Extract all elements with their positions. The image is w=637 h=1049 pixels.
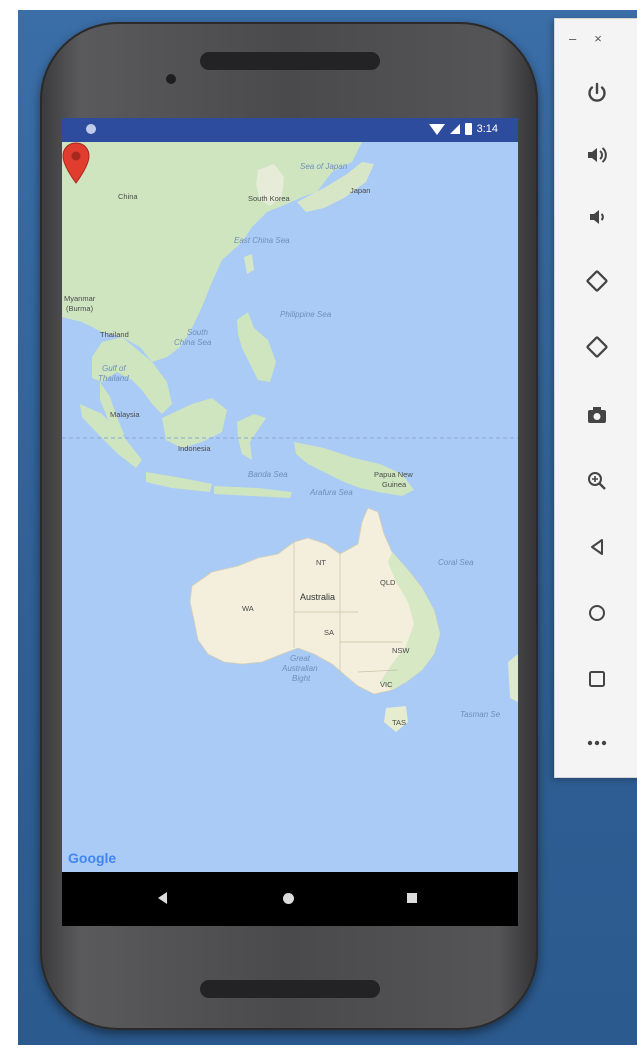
zoom-button[interactable] [579, 463, 615, 499]
map-tiles [62, 142, 518, 732]
home-button[interactable] [579, 595, 615, 631]
label-png-1: Papua New [374, 470, 413, 479]
home-icon [589, 605, 605, 621]
label-gulf-2: Thailand [98, 374, 129, 383]
label-philippine-sea: Philippine Sea [280, 310, 332, 319]
label-china: China [118, 192, 138, 201]
phone-screen: 3:14 Sea of Japan China South Korea Japa… [62, 118, 518, 926]
label-banda-sea: Banda Sea [248, 470, 288, 479]
label-japan: Japan [350, 186, 371, 195]
toolbar-window-controls: – × [569, 31, 602, 46]
more-icon [587, 740, 607, 746]
label-coral-sea: Coral Sea [438, 558, 474, 567]
label-nt: NT [316, 558, 326, 567]
rotate-left-button[interactable] [579, 263, 615, 299]
camera-icon [588, 407, 606, 423]
front-camera [166, 74, 176, 84]
label-tasman-sea: Tasman Se [460, 710, 501, 719]
rotate-left-icon [586, 270, 608, 292]
status-time: 3:14 [476, 123, 498, 135]
google-logo-text: Google [68, 850, 117, 866]
map-view[interactable]: Sea of Japan China South Korea Japan Eas… [62, 142, 518, 872]
overview-icon [589, 671, 605, 687]
label-bight-3: Bight [292, 674, 311, 683]
zoom-icon [588, 472, 606, 490]
label-bight-1: Great [290, 654, 311, 663]
rotate-right-button[interactable] [579, 329, 615, 365]
emulator-toolbar: – × [554, 18, 637, 778]
label-arafura-sea: Arafura Sea [310, 488, 353, 497]
back-button[interactable] [579, 529, 615, 565]
label-gulf-1: Gulf of [102, 364, 126, 373]
volume-up-button[interactable] [579, 137, 615, 173]
label-myanmar: Myanmar [64, 294, 96, 303]
label-malaysia: Malaysia [110, 410, 140, 419]
label-wa: WA [242, 604, 254, 613]
label-bight-2: Australian [282, 664, 318, 673]
signal-icon [449, 124, 460, 134]
top-speaker [200, 52, 380, 70]
map-pin-icon[interactable] [62, 142, 90, 184]
label-thailand: Thailand [100, 330, 129, 339]
label-sea-of-japan: Sea of Japan [300, 162, 348, 171]
status-bar: 3:14 [62, 118, 518, 142]
volume-down-button[interactable] [579, 199, 615, 235]
power-icon [588, 82, 606, 102]
label-vic: VIC [380, 680, 393, 689]
android-nav-bar [62, 872, 518, 926]
label-south-china-sea-1: South [187, 328, 208, 337]
power-button[interactable] [579, 75, 615, 111]
more-button[interactable] [579, 725, 615, 761]
label-south-china-sea-2: China Sea [174, 338, 212, 347]
home-icon[interactable] [283, 893, 294, 904]
rotate-right-icon [586, 336, 608, 358]
notification-icon [86, 124, 96, 134]
label-tas: TAS [392, 718, 407, 727]
label-south-korea: South Korea [248, 194, 290, 203]
volume-up-icon [588, 147, 607, 163]
label-png-2: Guinea [382, 480, 407, 489]
label-east-china-sea: East China Sea [234, 236, 290, 245]
recent-apps-icon[interactable] [407, 893, 417, 903]
wifi-icon [428, 123, 445, 135]
volume-down-icon [590, 210, 604, 224]
overview-button[interactable] [579, 661, 615, 697]
label-burma: (Burma) [66, 304, 94, 313]
bottom-speaker [200, 980, 380, 998]
label-indonesia: Indonesia [178, 444, 211, 453]
label-sa: SA [324, 628, 335, 637]
close-button[interactable]: × [594, 31, 602, 46]
label-nsw: NSW [392, 646, 410, 655]
status-icons: 3:14 [428, 123, 498, 135]
minimize-button[interactable]: – [569, 31, 576, 46]
label-qld: QLD [380, 578, 396, 587]
google-logo: Google [68, 850, 116, 866]
back-icon[interactable] [158, 892, 167, 904]
screenshot-button[interactable] [579, 397, 615, 433]
back-icon [591, 539, 603, 555]
battery-icon [464, 123, 472, 135]
label-australia: Australia [300, 592, 336, 602]
